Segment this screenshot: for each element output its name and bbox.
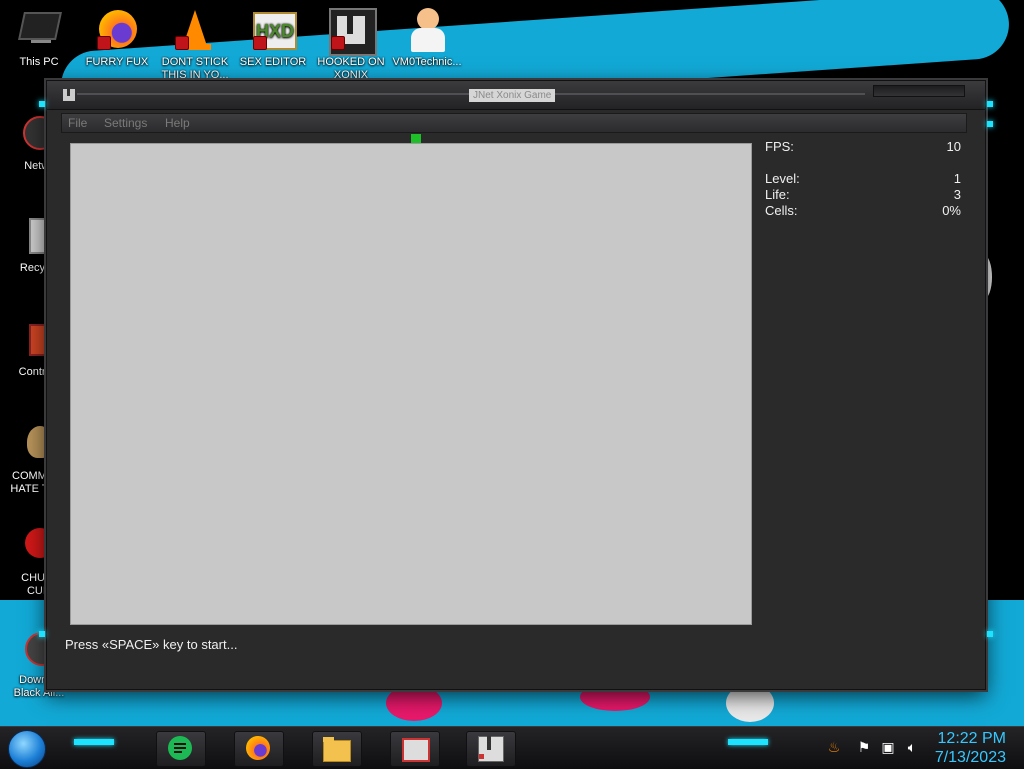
start-button[interactable] — [8, 730, 46, 768]
wallpaper-graphic — [386, 685, 442, 721]
title-bar[interactable]: JNet Xonix Game — [47, 81, 985, 110]
stat-life: Life: 3 — [765, 187, 961, 202]
vlc-cone-icon — [173, 8, 217, 52]
media-app-icon — [400, 736, 430, 762]
hxd-editor-icon: HXD — [251, 8, 297, 52]
taskbar: ♨ ⚑ ▣ 🔈︎ 12:22 PM 7/13/2023 — [0, 726, 1024, 769]
red-creature-icon — [7, 524, 55, 568]
desktop-icon-vm0technic[interactable]: VM0Technic... — [390, 8, 464, 69]
xonix-icon — [329, 8, 377, 56]
menu-settings[interactable]: Settings — [104, 116, 147, 130]
frame-glow — [987, 101, 993, 107]
network-icon — [7, 112, 57, 156]
status-message: Press «SPACE» key to start... — [65, 637, 238, 652]
title-decoration — [873, 85, 965, 97]
desktop-icon-dont-stick[interactable]: DONT STICK THIS IN YO... — [158, 8, 232, 82]
taskbar-decoration — [74, 739, 114, 745]
frame-glow — [987, 121, 993, 127]
tray-java-icon[interactable]: ♨ — [826, 739, 842, 755]
frame-glow — [987, 631, 993, 637]
money-bag-icon — [7, 422, 53, 466]
tray-volume-icon[interactable]: 🔈︎ — [904, 739, 920, 755]
folder-icon — [322, 736, 351, 762]
stats-panel: FPS: 10 Level: 1 Life: 3 Cells: 0% — [765, 139, 961, 219]
desktop-icon-hooked-on-xonix[interactable]: HOOKED ON XONIX — [314, 8, 388, 82]
taskbar-clock[interactable]: 12:22 PM 7/13/2023 — [935, 729, 1006, 767]
taskbar-app-explorer[interactable] — [312, 731, 362, 767]
game-field[interactable] — [70, 143, 752, 625]
taskbar-app-media[interactable] — [390, 731, 440, 767]
taskbar-app-xonix[interactable] — [466, 731, 516, 767]
window-title: JNet Xonix Game — [469, 89, 556, 102]
notes-app-icon — [166, 736, 194, 762]
stat-spacer — [765, 155, 961, 171]
taskbar-app-spotify[interactable] — [156, 731, 206, 767]
desktop-icon-sex-editor[interactable]: HXD SEX EDITOR — [236, 8, 310, 69]
taskbar-app-firefox[interactable] — [234, 731, 284, 767]
firefox-icon — [244, 736, 272, 762]
menu-bar: File Settings Help — [61, 113, 967, 133]
menu-help[interactable]: Help — [165, 116, 190, 130]
firefox-icon — [95, 8, 139, 52]
frame-glow — [39, 631, 45, 637]
tray-network-icon[interactable]: ▣ — [880, 739, 896, 755]
recycle-bin-icon — [7, 214, 55, 258]
stat-cells: Cells: 0% — [765, 203, 961, 218]
desktop-icon-furry-fux[interactable]: FURRY FUX — [80, 8, 154, 69]
menu-file[interactable]: File — [68, 116, 87, 130]
doctor-icon — [405, 8, 449, 52]
clock-time: 12:22 PM — [937, 730, 1006, 747]
clock-date: 7/13/2023 — [934, 749, 1006, 766]
taskbar-decoration — [728, 739, 768, 745]
desktop-icon-this-pc[interactable]: This PC — [2, 8, 76, 69]
stat-level: Level: 1 — [765, 171, 961, 186]
xonix-app-icon — [63, 89, 77, 103]
frame-glow — [39, 101, 45, 107]
xonix-game-window[interactable]: JNet Xonix Game File Settings Help FPS: … — [39, 80, 993, 690]
xonix-icon — [476, 736, 504, 762]
computer-icon — [17, 8, 62, 52]
stat-fps: FPS: 10 — [765, 139, 961, 154]
tray-flag-icon[interactable]: ⚑ — [856, 739, 872, 755]
control-panel-icon — [7, 318, 57, 362]
